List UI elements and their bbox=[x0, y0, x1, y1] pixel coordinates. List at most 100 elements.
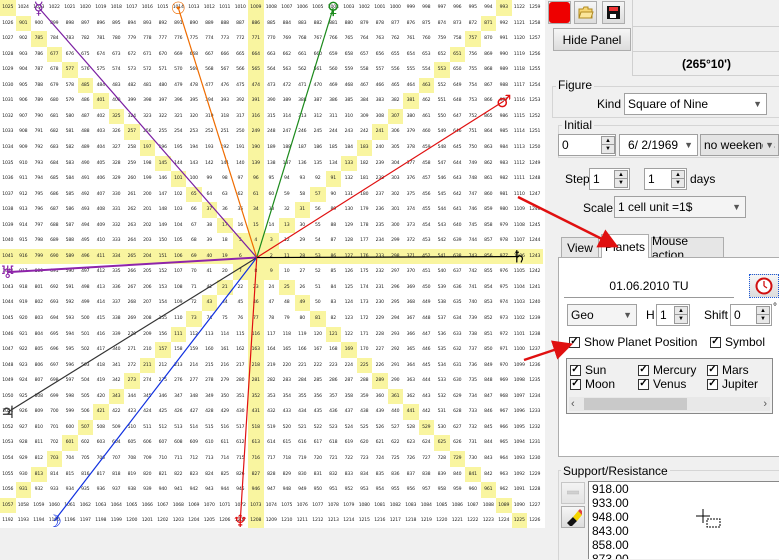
planet-line-moon bbox=[53, 257, 258, 522]
spin-down-icon[interactable]: ▼ bbox=[675, 315, 687, 323]
spin-up-icon[interactable]: ▲ bbox=[675, 307, 687, 315]
initial-value-spinner[interactable]: ▲ ▼ bbox=[601, 136, 615, 154]
step-label: Step bbox=[565, 172, 590, 186]
checkmark-icon: ✓ bbox=[707, 364, 718, 376]
square-of-nine-grid[interactable]: 1025 1024 1023 1022 1021 1020 1019 1018 1017 1016… bbox=[0, 0, 545, 528]
spin-up-icon[interactable]: ▲ bbox=[615, 171, 627, 179]
spin-down-icon[interactable]: ▼ bbox=[757, 315, 769, 323]
spin-down-icon[interactable]: ▼ bbox=[615, 179, 627, 187]
chevron-down-icon: ▼ bbox=[753, 99, 762, 109]
planet-line-sun bbox=[177, 7, 258, 258]
floppy-disk-icon bbox=[607, 6, 620, 19]
remove-level-button[interactable] bbox=[561, 482, 585, 504]
toolbar-spacer-2 bbox=[632, 26, 779, 52]
kind-select[interactable]: Square of Nine ▼ bbox=[624, 93, 767, 115]
support-resistance-item[interactable]: 843.00 bbox=[589, 524, 779, 538]
checkmark-icon: ✓ bbox=[570, 378, 581, 390]
days-label: days bbox=[690, 172, 716, 186]
kind-label: Kind bbox=[597, 97, 622, 111]
crosshair-cursor-icon bbox=[696, 509, 721, 528]
angle-readout: (265°10') bbox=[632, 52, 779, 76]
support-resistance-list[interactable]: 918.00 933.00 948.00 843.00 858.00 873.00 bbox=[588, 481, 779, 559]
planets-tab-page: 01.06.2010 TU Geo ▼ H 1 ▲ ▼ Shift 0 ▲ ▼ ° ✓… bbox=[558, 257, 779, 457]
planet-line-uranus bbox=[7, 256, 257, 274]
support-resistance-item[interactable]: 918.00 bbox=[589, 482, 779, 496]
planet-symbol-venus-icon[interactable]: ♀ bbox=[327, 0, 339, 19]
spin-down-icon[interactable]: ▼ bbox=[672, 179, 684, 187]
symbol-checkbox[interactable]: ✓ Symbol bbox=[710, 335, 765, 349]
scroll-left-icon[interactable]: ‹ bbox=[571, 397, 575, 411]
control-panel: Hide Panel (265°10') Figure Kind Square … bbox=[545, 0, 779, 560]
color-swatch bbox=[549, 2, 570, 23]
figure-group-label: Figure bbox=[556, 78, 595, 92]
checkmark-icon: ✓ bbox=[707, 378, 718, 390]
scale-label: Scale: bbox=[583, 201, 617, 215]
horizontal-scrollbar[interactable]: ‹ › bbox=[569, 397, 770, 411]
support-resistance-item[interactable]: 933.00 bbox=[589, 496, 779, 510]
save-button[interactable] bbox=[602, 1, 625, 24]
folder-open-icon bbox=[577, 6, 594, 19]
minus-icon bbox=[567, 490, 579, 495]
planet-symbol-sun-icon[interactable]: ☉ bbox=[171, 0, 186, 19]
planet-checkbox-venus[interactable]: ✓ Venus bbox=[638, 377, 686, 391]
planet-line-venus bbox=[256, 7, 334, 258]
planet-line-saturn bbox=[256, 255, 520, 259]
planet-date-label: 01.06.2010 TU bbox=[564, 275, 734, 298]
support-resistance-item[interactable]: 948.00 bbox=[589, 510, 779, 524]
initial-group-label: Initial bbox=[562, 118, 595, 132]
spin-down-icon[interactable]: ▼ bbox=[602, 145, 614, 153]
clock-icon bbox=[755, 277, 773, 295]
tab-view[interactable]: View bbox=[561, 237, 599, 257]
planet-checkbox-mercury[interactable]: ✓ Mercury bbox=[638, 363, 696, 377]
hide-panel-button[interactable]: Hide Panel bbox=[553, 28, 631, 51]
checkmark-icon: ✓ bbox=[710, 336, 721, 348]
spin-up-icon[interactable]: ▲ bbox=[757, 307, 769, 315]
planet-symbol-neptune-icon[interactable]: ♆ bbox=[233, 512, 248, 528]
h-spinner[interactable]: ▲ ▼ bbox=[674, 306, 688, 324]
open-button[interactable] bbox=[574, 1, 597, 24]
clear-levels-button[interactable] bbox=[561, 506, 585, 528]
chevron-down-icon: ▼ bbox=[684, 140, 693, 150]
planet-symbol-moon-icon[interactable]: ☽ bbox=[47, 512, 62, 528]
planet-symbol-jupiter-icon[interactable]: ♃ bbox=[0, 403, 15, 423]
color-picker-button[interactable] bbox=[548, 1, 571, 24]
grid-bottom-strip bbox=[0, 528, 545, 558]
show-planet-position-checkbox[interactable]: ✓ Show Planet Position bbox=[569, 335, 697, 349]
shift-spinner[interactable]: ▲ ▼ bbox=[756, 306, 770, 324]
planet-checkbox-jupiter[interactable]: ✓ Jupiter bbox=[707, 377, 758, 391]
clock-button[interactable] bbox=[749, 274, 779, 298]
planet-line-mercury bbox=[38, 7, 258, 258]
toolbar-spacer bbox=[632, 0, 779, 27]
spin-up-icon[interactable]: ▲ bbox=[672, 171, 684, 179]
step-value-spinner[interactable]: ▲ ▼ bbox=[614, 170, 628, 188]
planet-checkbox-sun[interactable]: ✓ Sun bbox=[570, 363, 606, 377]
step-days-spinner[interactable]: ▲ ▼ bbox=[671, 170, 685, 188]
coord-system-select[interactable]: Geo ▼ bbox=[567, 304, 637, 326]
checkmark-icon: ✓ bbox=[569, 336, 580, 348]
initial-date-picker[interactable]: 6/ 2/1969 ▼ bbox=[619, 134, 698, 156]
planet-lines-overlay: ☿ ☉ ♀ ♂ ♄ ♅ ♃ ☽ ♆ bbox=[0, 0, 527, 528]
tab-planets[interactable]: Planets bbox=[601, 234, 649, 258]
h-label: H bbox=[646, 308, 655, 322]
scrollbar-thumb[interactable] bbox=[584, 398, 687, 410]
planet-symbol-saturn-icon[interactable]: ♄ bbox=[512, 248, 527, 268]
scale-select[interactable]: 1 cell unit =1$ ▼ bbox=[614, 196, 746, 218]
support-resistance-label: Support/Resistance bbox=[561, 464, 670, 478]
shift-label: Shift bbox=[704, 308, 729, 322]
weekend-select[interactable]: no weekends ▼ bbox=[700, 134, 779, 156]
spin-up-icon[interactable]: ▲ bbox=[602, 137, 614, 145]
planet-symbol-mars-icon[interactable]: ♂ bbox=[496, 92, 511, 112]
support-resistance-item[interactable]: 858.00 bbox=[589, 538, 779, 552]
planet-checkbox-moon[interactable]: ✓ Moon bbox=[570, 377, 615, 391]
chevron-down-icon: ▼ bbox=[623, 310, 632, 320]
eraser-icon bbox=[567, 509, 582, 526]
planet-symbol-mercury-icon[interactable]: ☿ bbox=[34, 0, 44, 19]
planet-line-jupiter bbox=[7, 257, 258, 413]
planet-symbol-uranus-icon[interactable]: ♅ bbox=[0, 263, 15, 283]
degree-symbol: ° bbox=[773, 302, 777, 313]
planet-checkbox-mars[interactable]: ✓ Mars bbox=[707, 363, 749, 377]
tab-mouse-action[interactable]: Mouse action bbox=[651, 234, 724, 262]
support-resistance-items: 918.00 933.00 948.00 843.00 858.00 873.00 bbox=[589, 482, 779, 559]
scroll-right-icon[interactable]: › bbox=[763, 397, 767, 411]
chevron-down-icon: ▼ bbox=[732, 202, 741, 212]
